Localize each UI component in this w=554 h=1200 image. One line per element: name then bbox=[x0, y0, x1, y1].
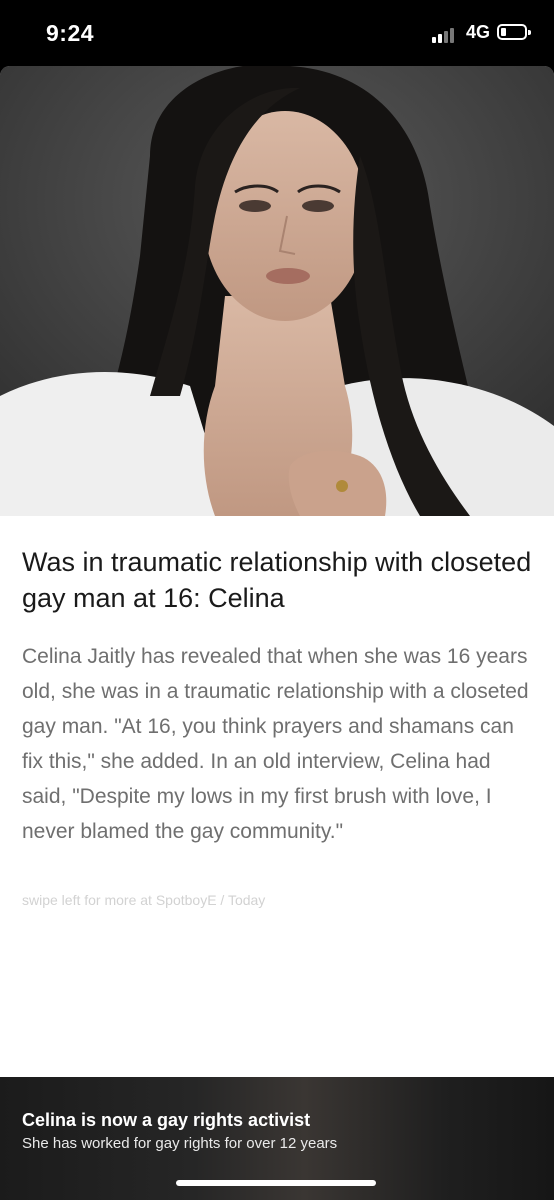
status-bar: 9:24 4G bbox=[0, 0, 554, 66]
related-story-banner[interactable]: Celina is now a gay rights activist She … bbox=[0, 1077, 554, 1200]
battery-icon bbox=[497, 24, 531, 40]
signal-strength-icon bbox=[432, 25, 460, 43]
banner-subtitle: She has worked for gay rights for over 1… bbox=[22, 1135, 338, 1152]
banner-title: Celina is now a gay rights activist bbox=[22, 1110, 311, 1130]
status-time: 9:24 bbox=[46, 20, 95, 46]
article-headline: Was in traumatic relationship with close… bbox=[22, 547, 532, 613]
article-photo bbox=[0, 66, 554, 516]
home-indicator[interactable] bbox=[176, 1180, 376, 1186]
article-source[interactable]: swipe left for more at SpotboyE / Today bbox=[22, 892, 265, 908]
news-card[interactable]: Was in traumatic relationship with close… bbox=[0, 66, 554, 1077]
network-type: 4G bbox=[466, 22, 491, 42]
article-body: Celina Jaitly has revealed that when she… bbox=[22, 645, 529, 843]
